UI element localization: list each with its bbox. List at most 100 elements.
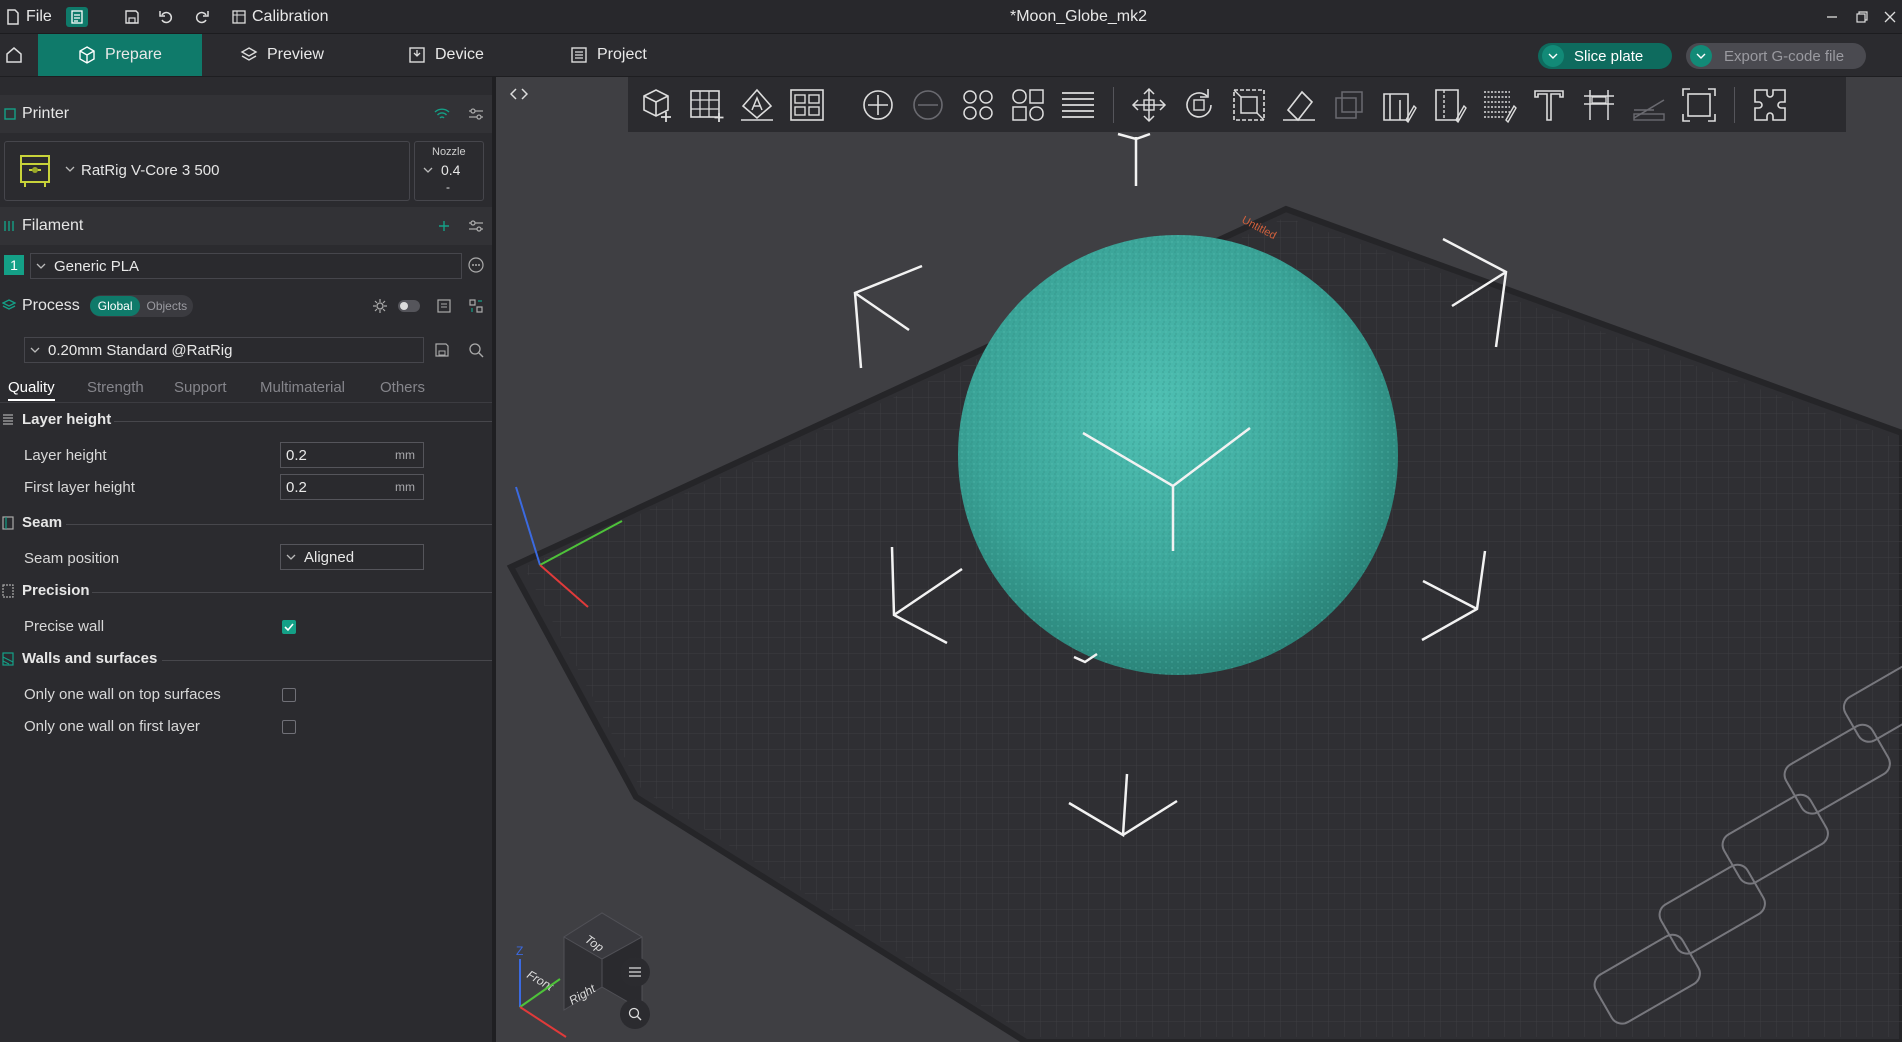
rotate-button[interactable] [1176, 82, 1222, 128]
add-instance-button[interactable] [855, 82, 901, 128]
tab-preview[interactable]: Preview [240, 34, 324, 76]
filament-selector[interactable]: Generic PLA [30, 253, 462, 279]
layer-height-value: 0.2 [286, 446, 307, 464]
precise-wall-label: Precise wall [24, 618, 105, 635]
tab-prepare[interactable]: Prepare [38, 34, 202, 76]
calibration-menu[interactable]: Calibration [232, 0, 328, 33]
collapse-icon [510, 87, 528, 101]
notes-button[interactable] [66, 0, 88, 33]
one-wall-first-checkbox[interactable] [282, 720, 296, 734]
tab-multimaterial[interactable]: Multimaterial [260, 379, 345, 396]
toolbar-separator [1734, 86, 1735, 123]
slice-plate-button[interactable]: Slice plate [1538, 43, 1672, 69]
process-scope-toggle[interactable]: Global Objects [89, 295, 194, 317]
wifi-icon[interactable] [434, 107, 450, 121]
seam-paint-button[interactable] [1426, 82, 1472, 128]
view-list-button[interactable] [620, 957, 650, 987]
fit-view-icon [1680, 86, 1718, 124]
fuzzy-skin-button[interactable] [1476, 82, 1522, 128]
export-gcode-label: Export G-code file [1724, 47, 1845, 65]
close-button[interactable] [1884, 0, 1896, 33]
file-label: File [26, 7, 52, 25]
file-menu[interactable]: File [6, 0, 52, 33]
assembly-icon [1630, 86, 1668, 124]
lay-on-face-button[interactable] [1276, 82, 1322, 128]
advanced-icon[interactable] [372, 298, 388, 314]
objects-toggle[interactable]: Objects [140, 296, 193, 316]
seam-position-select[interactable]: Aligned [280, 544, 424, 570]
arrange-icon [788, 86, 826, 124]
redo-button[interactable] [194, 0, 210, 33]
collapse-sidebar-button[interactable] [508, 83, 530, 105]
split-parts-button[interactable] [1005, 82, 1051, 128]
undo-button[interactable] [158, 0, 174, 33]
printer-selector[interactable]: RatRig V-Core 3 500 [4, 141, 410, 201]
cut-button[interactable] [1326, 82, 1372, 128]
minimize-button[interactable] [1826, 0, 1838, 33]
layer-height-input[interactable]: 0.2 mm [280, 442, 424, 468]
slice-dropdown-icon [1542, 45, 1564, 67]
tab-others[interactable]: Others [380, 379, 425, 396]
puzzle-icon [1751, 86, 1789, 124]
measure-button[interactable] [1576, 82, 1622, 128]
nozzle-dropdown-icon [423, 167, 433, 173]
restore-icon [1856, 10, 1868, 23]
first-layer-height-value: 0.2 [286, 478, 307, 496]
arrange-button[interactable] [784, 82, 830, 128]
save-preset-icon[interactable] [434, 342, 450, 358]
compare-icon[interactable] [468, 298, 484, 314]
remove-instance-button[interactable] [905, 82, 951, 128]
process-notes-icon[interactable] [436, 298, 452, 314]
split-objects-button[interactable] [955, 82, 1001, 128]
3d-viewport[interactable]: Untitled Top Front Right Z [496, 77, 1902, 1042]
support-paint-button[interactable] [1376, 82, 1422, 128]
project-icon [570, 46, 588, 64]
first-layer-height-input[interactable]: 0.2 mm [280, 474, 424, 500]
printer-settings-icon[interactable] [468, 107, 484, 121]
orient-icon [738, 86, 776, 124]
restore-button[interactable] [1856, 0, 1868, 33]
filament-dropdown-icon [36, 263, 46, 269]
move-icon [1130, 86, 1168, 124]
global-toggle[interactable]: Global [89, 296, 141, 316]
precise-wall-checkbox[interactable] [282, 620, 296, 634]
add-object-button[interactable] [634, 82, 680, 128]
zoom-button[interactable] [620, 999, 650, 1029]
add-filament-icon[interactable] [436, 219, 452, 233]
add-plate-button[interactable] [684, 82, 730, 128]
assembly-button[interactable] [1626, 82, 1672, 128]
save-button[interactable] [124, 0, 140, 33]
process-preset-selector[interactable]: 0.20mm Standard @RatRig [24, 337, 424, 363]
variable-layer-button[interactable] [1055, 82, 1101, 128]
advanced-switch[interactable] [398, 300, 420, 312]
layers-stack-icon [1059, 86, 1097, 124]
tab-device[interactable]: Device [408, 34, 484, 76]
seam-position-value: Aligned [304, 548, 355, 566]
fit-view-button[interactable] [1676, 82, 1722, 128]
text-button[interactable] [1526, 82, 1572, 128]
fuzzy-skin-icon [1480, 86, 1518, 124]
add-cube-icon [638, 86, 676, 124]
home-button[interactable] [0, 34, 28, 76]
export-gcode-button[interactable]: Export G-code file [1686, 43, 1866, 69]
puzzle-button[interactable] [1747, 82, 1793, 128]
tab-support[interactable]: Support [174, 379, 227, 396]
one-wall-top-label: Only one wall on top surfaces [24, 686, 221, 703]
filament-more-icon[interactable] [468, 257, 484, 273]
move-button[interactable] [1126, 82, 1172, 128]
nozzle-selector[interactable]: Nozzle 0.4 - [414, 141, 484, 201]
search-icon[interactable] [468, 342, 484, 358]
filament-icon [2, 219, 16, 233]
text-icon [1530, 86, 1568, 124]
nozzle-value: 0.4 [441, 162, 461, 178]
split-parts-icon [1009, 86, 1047, 124]
filament-settings-icon[interactable] [468, 219, 484, 233]
tab-strength[interactable]: Strength [87, 379, 144, 396]
tab-quality[interactable]: Quality [8, 379, 55, 401]
layer-height-group-icon [2, 413, 14, 427]
tab-project[interactable]: Project [570, 34, 647, 76]
first-layer-height-unit: mm [395, 480, 415, 494]
scale-button[interactable] [1226, 82, 1272, 128]
one-wall-top-checkbox[interactable] [282, 688, 296, 702]
auto-orient-button[interactable] [734, 82, 780, 128]
